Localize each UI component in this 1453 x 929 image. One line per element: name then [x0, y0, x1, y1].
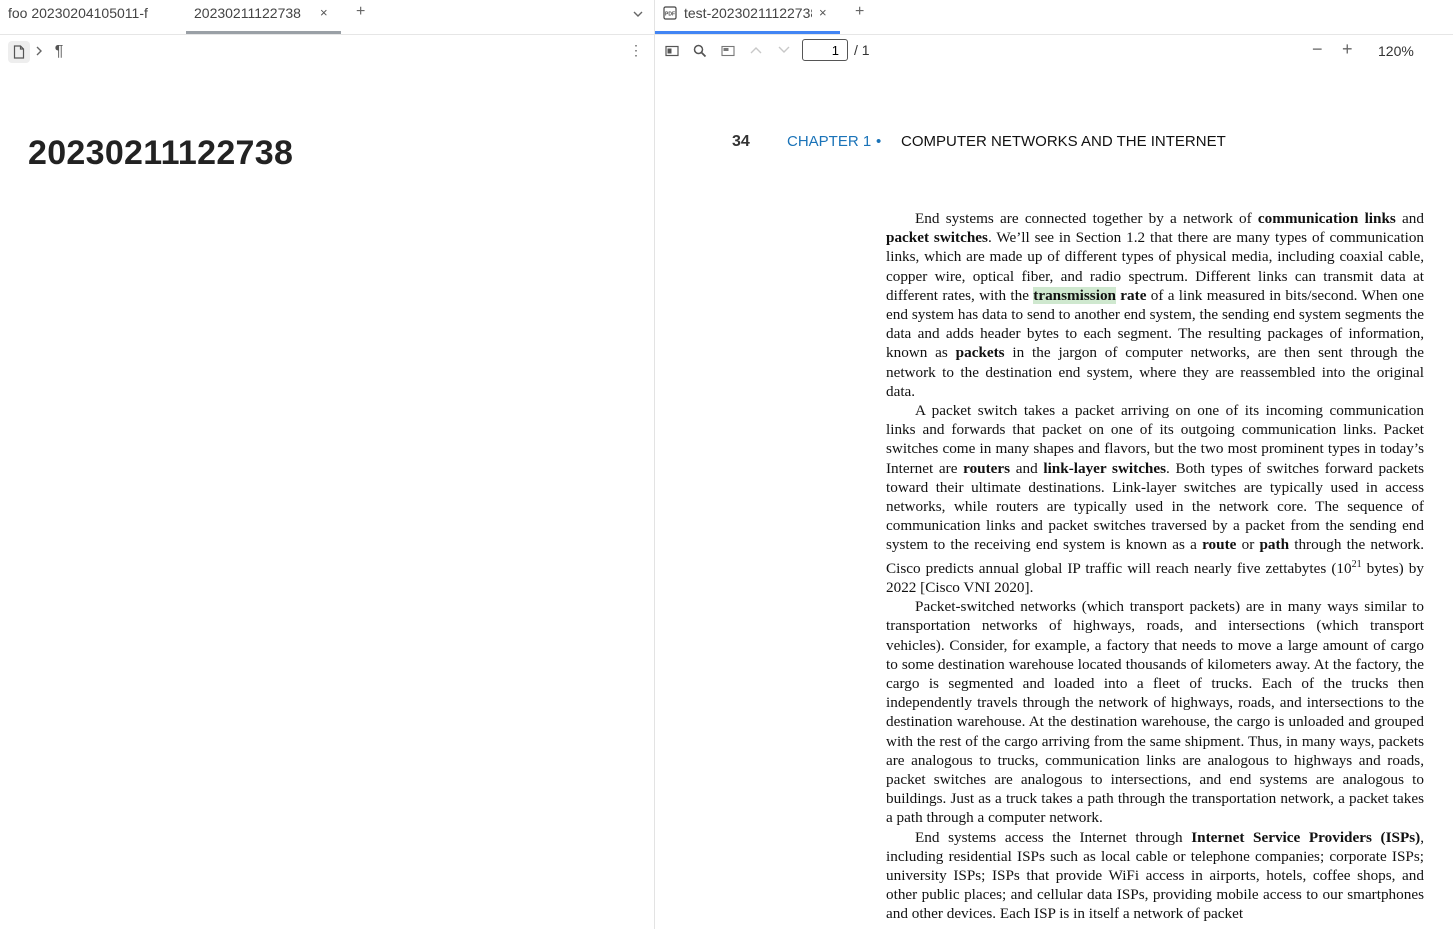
pdf-paragraph: End systems are connected together by a … [886, 209, 1424, 401]
presentation-mode-icon[interactable] [721, 45, 735, 57]
pdf-chapter-label: CHAPTER 1 [787, 133, 872, 150]
pdf-file-icon: PDF [663, 6, 677, 20]
pdf-text-run: Packet-switched networks (which transpor… [886, 598, 1424, 827]
pdf-paragraph: End systems access the Internet through … [886, 828, 1424, 924]
pdf-section-title: COMPUTER NETWORKS AND THE INTERNET [901, 133, 1226, 150]
tab-foo[interactable]: foo 20230204105011-f [8, 0, 160, 34]
pdf-text-run: or [1236, 536, 1260, 554]
zoom-level[interactable]: 120% [1378, 43, 1414, 59]
pdf-text-run: path [1259, 536, 1290, 554]
pdf-page-number: 34 [732, 133, 750, 150]
pdf-header-bullet: • [876, 133, 882, 150]
pdf-text-run: link-layer switches [1043, 459, 1167, 477]
pdf-text-run: routers [963, 459, 1011, 477]
previous-page-icon[interactable] [749, 45, 763, 55]
pdf-text-run: packets [955, 344, 1005, 362]
breadcrumb-separator-icon [36, 46, 42, 56]
document-icon [13, 45, 25, 59]
pdf-text-run: rate [1115, 286, 1147, 304]
pdf-text-run: and [1010, 459, 1044, 477]
pdf-paragraph: A packet switch takes a packet arriving … [886, 401, 1424, 597]
tab-pdf[interactable]: PDF test-20230211122738 × [655, 0, 840, 34]
pdf-text-run: 21 [1351, 558, 1362, 570]
zoom-out-button[interactable]: − [1312, 39, 1323, 60]
pdf-pane: PDF test-20230211122738 × + / 1 − + 120%… [655, 0, 1453, 929]
pdf-text-run: and [1395, 210, 1424, 227]
pdf-text-run: communication links [1257, 210, 1396, 227]
add-tab-button[interactable]: + [855, 3, 864, 21]
paragraph-icon[interactable]: ¶ [50, 41, 68, 63]
zoom-in-button[interactable]: + [1342, 39, 1353, 60]
pdf-text-run: End systems access the Internet through [915, 828, 1192, 846]
page-title[interactable]: 20230211122738 [28, 134, 293, 173]
search-icon[interactable] [693, 44, 707, 58]
add-tab-button[interactable]: + [356, 3, 365, 21]
editor-tab-bar: foo 20230204105011-f 20230211122738 × + [0, 0, 654, 35]
pdf-text-run: transmission [1033, 286, 1116, 304]
chevron-down-icon[interactable] [632, 9, 644, 19]
sidebar-toggle-icon[interactable] [665, 45, 679, 57]
page-total: / 1 [854, 42, 870, 58]
pdf-badge: PDF [665, 12, 675, 18]
tab-label: foo 20230204105011-f [8, 5, 148, 21]
pdf-text-run: End systems are connected together by a … [915, 210, 1258, 227]
more-icon[interactable]: ⋮ [629, 42, 643, 59]
page-number-input[interactable] [802, 39, 848, 61]
pdf-text-run: route [1202, 536, 1237, 554]
pdf-text-run: packet switches [886, 229, 988, 247]
editor-pane: foo 20230204105011-f 20230211122738 × + … [0, 0, 655, 929]
pdf-paragraph: Packet-switched networks (which transpor… [886, 597, 1424, 827]
tab-20230211122738[interactable]: 20230211122738 × [186, 0, 341, 34]
doc-breadcrumb-button[interactable] [8, 41, 30, 63]
pdf-tab-bar: PDF test-20230211122738 × + [655, 0, 1453, 35]
tab-label: 20230211122738 [194, 5, 301, 21]
close-tab-icon[interactable]: × [819, 0, 827, 26]
close-tab-icon[interactable]: × [320, 0, 328, 26]
pdf-text-run: Internet Service Providers (ISPs) [1191, 828, 1421, 846]
pdf-body-text[interactable]: End systems are connected together by a … [886, 209, 1424, 924]
tab-label: test-20230211122738 [684, 5, 812, 21]
editor-toolbar: ¶ ⋮ [0, 35, 654, 67]
pdf-toolbar: / 1 − + 120% [655, 35, 1453, 67]
next-page-icon[interactable] [777, 45, 791, 55]
